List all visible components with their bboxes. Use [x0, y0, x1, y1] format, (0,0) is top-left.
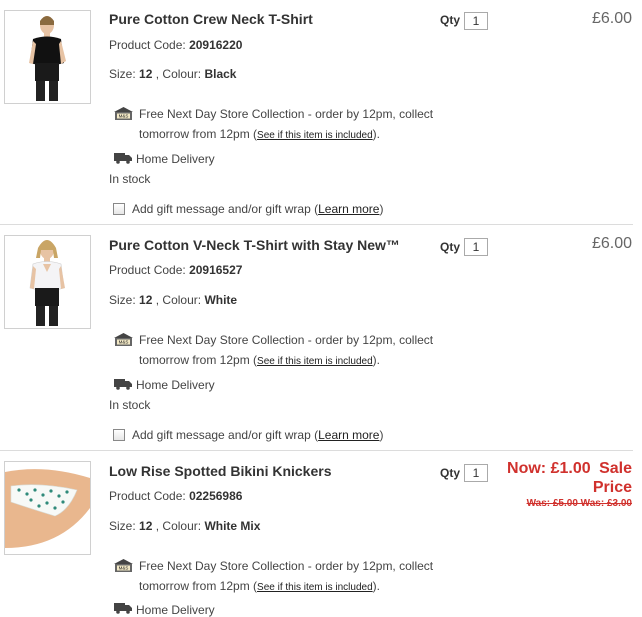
see-included-link[interactable]: See if this item is included — [257, 130, 373, 141]
sale-label-price: Price — [592, 479, 632, 496]
item-divider — [0, 224, 633, 225]
colour-value: Black — [204, 67, 237, 81]
item-price: £6.00 — [591, 10, 632, 27]
gift-wrap-label: Add gift message and/or gift wrap (Learn… — [132, 428, 383, 442]
product-title[interactable]: Pure Cotton Crew Neck T-Shirt — [109, 11, 313, 27]
product-code-label: Product Code: — [109, 263, 186, 277]
store-collection-time: tomorrow from 12pm ( — [139, 579, 258, 593]
store-collection-line: Free Next Day Store Collection - order b… — [139, 559, 434, 573]
see-included-link[interactable]: See if this item is included — [257, 582, 373, 593]
gift-wrap-checkbox[interactable] — [113, 203, 125, 215]
gift-wrap-suffix: ) — [379, 428, 384, 442]
store-collection-text: Free Next Day Store Collection - order b… — [139, 104, 459, 146]
product-image-bikini-knickers[interactable] — [4, 461, 91, 555]
truck-icon — [114, 153, 132, 164]
store-collection-suffix: ). — [372, 353, 380, 367]
see-included-link[interactable]: See if this item is included — [257, 356, 373, 367]
qty-label: Qty — [440, 13, 461, 27]
colour-value: White Mix — [204, 519, 261, 533]
qty-input[interactable] — [464, 238, 488, 256]
home-delivery-label: Home Delivery — [136, 152, 215, 166]
store-collection-line: Free Next Day Store Collection - order b… — [139, 333, 434, 347]
store-collection-text: Free Next Day Store Collection - order b… — [139, 556, 459, 598]
product-code: Product Code: 02256986 — [109, 489, 242, 503]
colour-label: , Colour: — [155, 67, 202, 81]
colour-label: , Colour: — [155, 519, 202, 533]
ms-badge-text: M&S — [119, 566, 129, 571]
was-prices: Was: £5.00 Was: £3.00 — [526, 498, 632, 509]
store-collection-icon: M&S — [114, 333, 133, 346]
qty-label: Qty — [440, 466, 461, 480]
size-label: Size: — [109, 293, 136, 307]
colour-value: White — [204, 293, 238, 307]
product-code: Product Code: 20916220 — [109, 38, 242, 52]
gift-wrap-checkbox[interactable] — [113, 429, 125, 441]
truck-icon — [114, 603, 132, 614]
item-divider — [0, 450, 633, 451]
learn-more-link[interactable]: Learn more — [318, 202, 379, 216]
ms-badge-text: M&S — [119, 340, 129, 345]
colour-label: , Colour: — [155, 293, 202, 307]
store-collection-suffix: ). — [372, 127, 380, 141]
store-collection-icon: M&S — [114, 559, 133, 572]
product-code-value: 02256986 — [189, 489, 243, 503]
qty-input[interactable] — [464, 12, 488, 30]
product-code-value: 20916220 — [189, 38, 243, 52]
product-code: Product Code: 20916527 — [109, 263, 242, 277]
home-delivery-label: Home Delivery — [136, 603, 215, 617]
gift-wrap-text: Add gift message and/or gift wrap ( — [132, 202, 319, 216]
product-title[interactable]: Pure Cotton V-Neck T-Shirt with Stay New… — [109, 237, 400, 253]
gift-wrap-text: Add gift message and/or gift wrap ( — [132, 428, 319, 442]
learn-more-link[interactable]: Learn more — [318, 428, 379, 442]
product-title[interactable]: Low Rise Spotted Bikini Knickers — [109, 463, 332, 479]
store-collection-line: Free Next Day Store Collection - order b… — [139, 107, 434, 121]
size-colour: Size: 12 , Colour: White — [109, 293, 237, 307]
gift-wrap-suffix: ) — [379, 202, 384, 216]
sale-price: Now: £1.00 Sale — [507, 460, 632, 478]
qty-label: Qty — [440, 240, 461, 254]
size-label: Size: — [109, 519, 136, 533]
size-value: 12 — [139, 519, 153, 533]
product-image-crew-neck[interactable] — [4, 10, 91, 104]
size-value: 12 — [139, 67, 153, 81]
product-image-v-neck[interactable] — [4, 235, 91, 329]
now-price: Now: £1.00 — [507, 460, 591, 477]
store-collection-suffix: ). — [372, 579, 380, 593]
qty-input[interactable] — [464, 464, 488, 482]
store-collection-time: tomorrow from 12pm ( — [139, 127, 258, 141]
ms-badge-text: M&S — [119, 114, 129, 119]
product-code-label: Product Code: — [109, 489, 186, 503]
store-collection-time: tomorrow from 12pm ( — [139, 353, 258, 367]
product-code-value: 20916527 — [189, 263, 243, 277]
size-colour: Size: 12 , Colour: Black — [109, 67, 236, 81]
gift-wrap-label: Add gift message and/or gift wrap (Learn… — [132, 202, 383, 216]
stock-status: In stock — [109, 172, 151, 186]
truck-icon — [114, 379, 132, 390]
size-value: 12 — [139, 293, 153, 307]
size-label: Size: — [109, 67, 136, 81]
store-collection-text: Free Next Day Store Collection - order b… — [139, 330, 459, 372]
item-price: £6.00 — [591, 235, 632, 252]
sale-label: Sale — [599, 460, 632, 477]
size-colour: Size: 12 , Colour: White Mix — [109, 519, 260, 533]
stock-status: In stock — [109, 398, 151, 412]
store-collection-icon: M&S — [114, 107, 133, 120]
home-delivery-label: Home Delivery — [136, 378, 215, 392]
product-code-label: Product Code: — [109, 38, 186, 52]
